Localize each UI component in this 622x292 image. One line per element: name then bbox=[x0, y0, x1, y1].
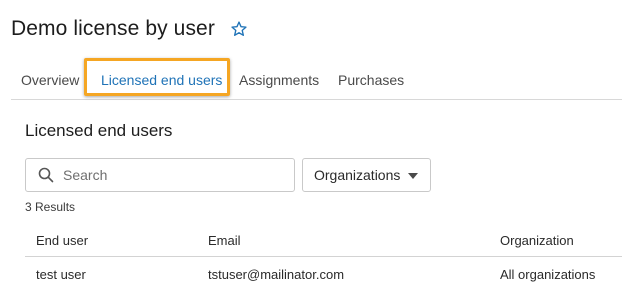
tab-purchases[interactable]: Purchases bbox=[338, 62, 404, 98]
tab-assignments[interactable]: Assignments bbox=[239, 62, 319, 98]
tab-licensed-end-users[interactable]: Licensed end users bbox=[101, 62, 222, 98]
section-title: Licensed end users bbox=[25, 121, 173, 140]
title-row: Demo license by user bbox=[11, 14, 249, 44]
tab-bar: Overview Licensed end users Assignments … bbox=[11, 62, 622, 100]
tab-overview[interactable]: Overview bbox=[21, 62, 79, 98]
column-header-email[interactable]: Email bbox=[208, 233, 241, 248]
cell-organization: All organizations bbox=[500, 267, 596, 282]
caret-down-icon bbox=[408, 173, 418, 179]
page: Demo license by user Overview Licensed e… bbox=[0, 0, 622, 292]
star-icon[interactable] bbox=[229, 19, 249, 39]
cell-end-user: test user bbox=[36, 267, 86, 282]
search-icon bbox=[38, 167, 54, 183]
search-field[interactable] bbox=[25, 158, 295, 192]
organizations-dropdown-label: Organizations bbox=[314, 167, 401, 183]
table-row[interactable]: test user tstuser@mailinator.com All org… bbox=[25, 257, 622, 291]
organizations-dropdown[interactable]: Organizations bbox=[302, 158, 431, 192]
users-table: End user Email Organization test user ts… bbox=[25, 224, 622, 291]
cell-email: tstuser@mailinator.com bbox=[208, 267, 345, 282]
column-header-organization[interactable]: Organization bbox=[500, 233, 574, 248]
table-header: End user Email Organization bbox=[25, 224, 622, 257]
search-input[interactable] bbox=[63, 167, 263, 183]
results-count: 3 Results bbox=[25, 200, 76, 214]
page-title: Demo license by user bbox=[11, 17, 215, 40]
column-header-end-user[interactable]: End user bbox=[36, 233, 88, 248]
